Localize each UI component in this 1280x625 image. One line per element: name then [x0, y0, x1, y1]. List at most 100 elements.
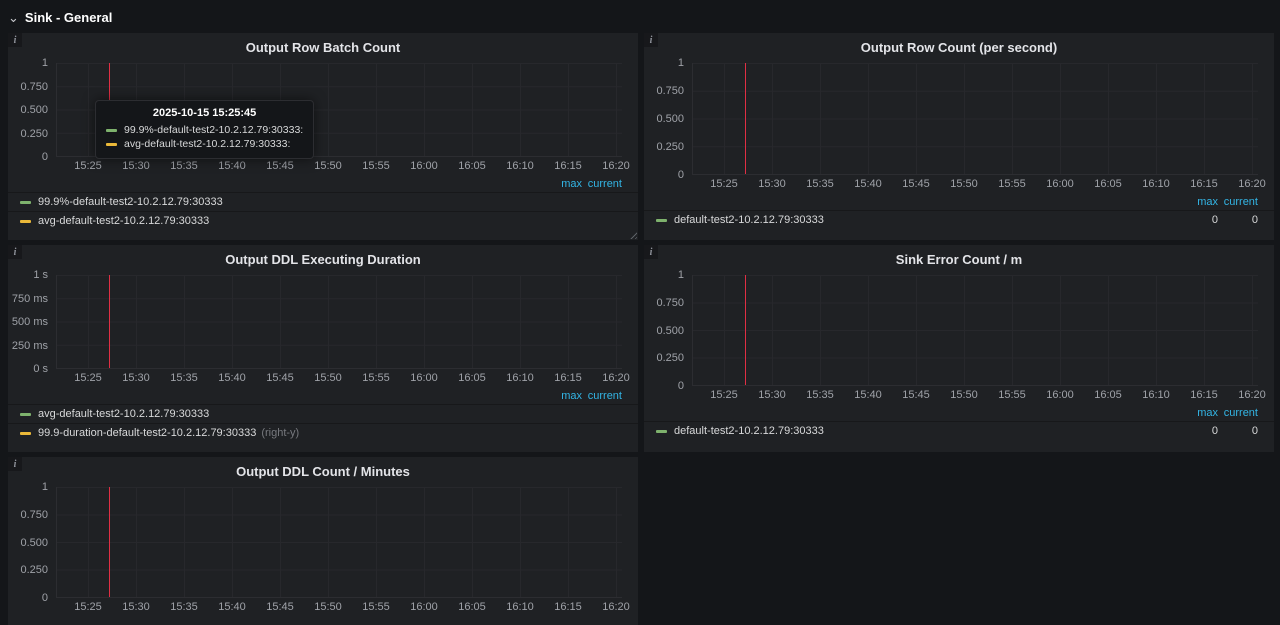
- row-title: Sink - General: [25, 10, 112, 25]
- x-tick-label: 15:30: [112, 601, 160, 615]
- x-tick-label: 15:25: [700, 178, 748, 192]
- x-axis: 15:2515:3015:3515:4015:4515:5015:5516:00…: [8, 372, 638, 386]
- series-color-dash-icon: [106, 129, 117, 132]
- y-tick-label: 0.750: [656, 85, 684, 97]
- alert-annotation-line: [745, 63, 746, 174]
- plot-area[interactable]: 2025-10-15 15:25:45 99.9%-default-test2-…: [56, 63, 622, 157]
- x-tick-label: 15:35: [160, 160, 208, 174]
- legend-columns: max current: [644, 403, 1274, 419]
- y-axis: 10.7500.5000.2500: [650, 275, 692, 386]
- legend-sort-current[interactable]: current: [582, 178, 622, 190]
- y-tick-label: 0.750: [20, 509, 48, 521]
- x-tick-label: 15:30: [112, 160, 160, 174]
- legend-item[interactable]: 99.9-duration-default-test2-10.2.12.79:3…: [8, 423, 638, 442]
- plot-area[interactable]: [56, 487, 622, 598]
- y-tick-label: 0.250: [20, 128, 48, 140]
- legend-sort-current[interactable]: current: [1218, 196, 1258, 208]
- tooltip-series-row: avg-default-test2-10.2.12.79:30333:: [106, 137, 303, 151]
- x-tick-label: 15:55: [988, 178, 1036, 192]
- legend-item[interactable]: avg-default-test2-10.2.12.79:30333: [8, 404, 638, 423]
- x-tick-label: 16:00: [1036, 178, 1084, 192]
- legend-axis-suffix: (right-y): [261, 427, 299, 439]
- y-axis: 1 s750 ms500 ms250 ms0 s: [14, 275, 56, 369]
- series-color-dash-icon: [20, 432, 31, 435]
- y-tick-label: 1: [42, 57, 48, 69]
- info-icon[interactable]: i: [644, 33, 658, 47]
- legend-current-value: 0: [1218, 214, 1258, 226]
- legend-current-value: 0: [1218, 425, 1258, 437]
- legend-sort-current[interactable]: current: [582, 390, 622, 402]
- x-tick-label: 16:15: [1180, 178, 1228, 192]
- y-tick-label: 0 s: [33, 363, 48, 375]
- y-tick-label: 1: [42, 481, 48, 493]
- x-tick-label: 16:15: [544, 160, 592, 174]
- panel-output-ddl-executing-duration: i Output DDL Executing Duration 1 s750 m…: [8, 245, 638, 452]
- y-tick-label: 0.750: [20, 81, 48, 93]
- dashboard-row-header[interactable]: ⌄ Sink - General: [8, 5, 112, 29]
- plot-area[interactable]: [692, 275, 1258, 386]
- x-tick-label: 16:05: [448, 601, 496, 615]
- panel-title[interactable]: Output Row Batch Count: [8, 33, 638, 57]
- legend-item[interactable]: avg-default-test2-10.2.12.79:30333: [8, 211, 638, 230]
- legend-label: avg-default-test2-10.2.12.79:30333: [38, 215, 622, 227]
- legend-item[interactable]: default-test2-10.2.12.79:30333 0 0: [644, 421, 1274, 440]
- x-tick-label: 15:50: [940, 389, 988, 403]
- y-axis: 10.7500.5000.2500: [650, 63, 692, 175]
- legend-label: 99.9-duration-default-test2-10.2.12.79:3…: [38, 427, 622, 439]
- plot-area[interactable]: [56, 275, 622, 369]
- alert-annotation-line: [109, 487, 110, 597]
- legend-label: avg-default-test2-10.2.12.79:30333: [38, 408, 622, 420]
- x-tick-label: 15:25: [64, 601, 112, 615]
- legend-item[interactable]: default-test2-10.2.12.79:30333 0 0: [644, 210, 1274, 229]
- x-tick-label: 16:05: [1084, 178, 1132, 192]
- legend-sort-max[interactable]: max: [542, 178, 582, 190]
- x-tick-label: 16:10: [496, 160, 544, 174]
- legend-sort-max[interactable]: max: [1178, 407, 1218, 419]
- y-tick-label: 1: [678, 57, 684, 69]
- x-tick-label: 15:35: [796, 389, 844, 403]
- panel-sink-error-count: i Sink Error Count / m 10.7500.5000.2500…: [644, 245, 1274, 452]
- series-color-dash-icon: [20, 220, 31, 223]
- tooltip-series-label: avg-default-test2-10.2.12.79:30333:: [124, 138, 290, 150]
- y-axis: 10.7500.5000.2500: [14, 487, 56, 598]
- x-tick-label: 16:20: [592, 372, 638, 386]
- x-tick-label: 15:40: [844, 178, 892, 192]
- info-icon[interactable]: i: [644, 245, 658, 259]
- x-tick-label: 15:30: [748, 178, 796, 192]
- info-icon[interactable]: i: [8, 33, 22, 47]
- y-tick-label: 1: [678, 269, 684, 281]
- x-tick-label: 16:10: [496, 601, 544, 615]
- x-tick-label: 15:35: [160, 601, 208, 615]
- x-tick-label: 15:35: [160, 372, 208, 386]
- panel-title[interactable]: Output Row Count (per second): [644, 33, 1274, 57]
- info-icon[interactable]: i: [8, 245, 22, 259]
- plot-area[interactable]: [692, 63, 1258, 175]
- x-tick-label: 15:35: [796, 178, 844, 192]
- info-icon[interactable]: i: [8, 457, 22, 471]
- x-tick-label: 16:10: [1132, 178, 1180, 192]
- legend-sort-max[interactable]: max: [542, 390, 582, 402]
- legend: avg-default-test2-10.2.12.79:30333 99.9-…: [8, 404, 638, 442]
- y-tick-label: 500 ms: [12, 316, 48, 328]
- panel-title[interactable]: Sink Error Count / m: [644, 245, 1274, 269]
- x-tick-label: 16:00: [400, 601, 448, 615]
- y-tick-label: 0.500: [20, 537, 48, 549]
- y-tick-label: 250 ms: [12, 340, 48, 352]
- chevron-down-icon[interactable]: ⌄: [8, 11, 19, 24]
- x-tick-label: 15:50: [304, 601, 352, 615]
- legend-columns: max current: [8, 174, 638, 190]
- x-tick-label: 15:50: [304, 160, 352, 174]
- legend: default-test2-10.2.12.79:30333 0 0: [644, 421, 1274, 440]
- legend-max-value: 0: [1178, 425, 1218, 437]
- y-tick-label: 0.250: [20, 564, 48, 576]
- legend-item[interactable]: 99.9%-default-test2-10.2.12.79:30333: [8, 192, 638, 211]
- panel-title[interactable]: Output DDL Executing Duration: [8, 245, 638, 269]
- tooltip-series-row: 99.9%-default-test2-10.2.12.79:30333:: [106, 123, 303, 137]
- panel-title[interactable]: Output DDL Count / Minutes: [8, 457, 638, 481]
- legend-sort-current[interactable]: current: [1218, 407, 1258, 419]
- y-tick-label: 750 ms: [12, 293, 48, 305]
- legend-sort-max[interactable]: max: [1178, 196, 1218, 208]
- x-tick-label: 16:20: [1228, 389, 1274, 403]
- x-tick-label: 16:10: [496, 372, 544, 386]
- panel-resize-handle[interactable]: [628, 230, 637, 239]
